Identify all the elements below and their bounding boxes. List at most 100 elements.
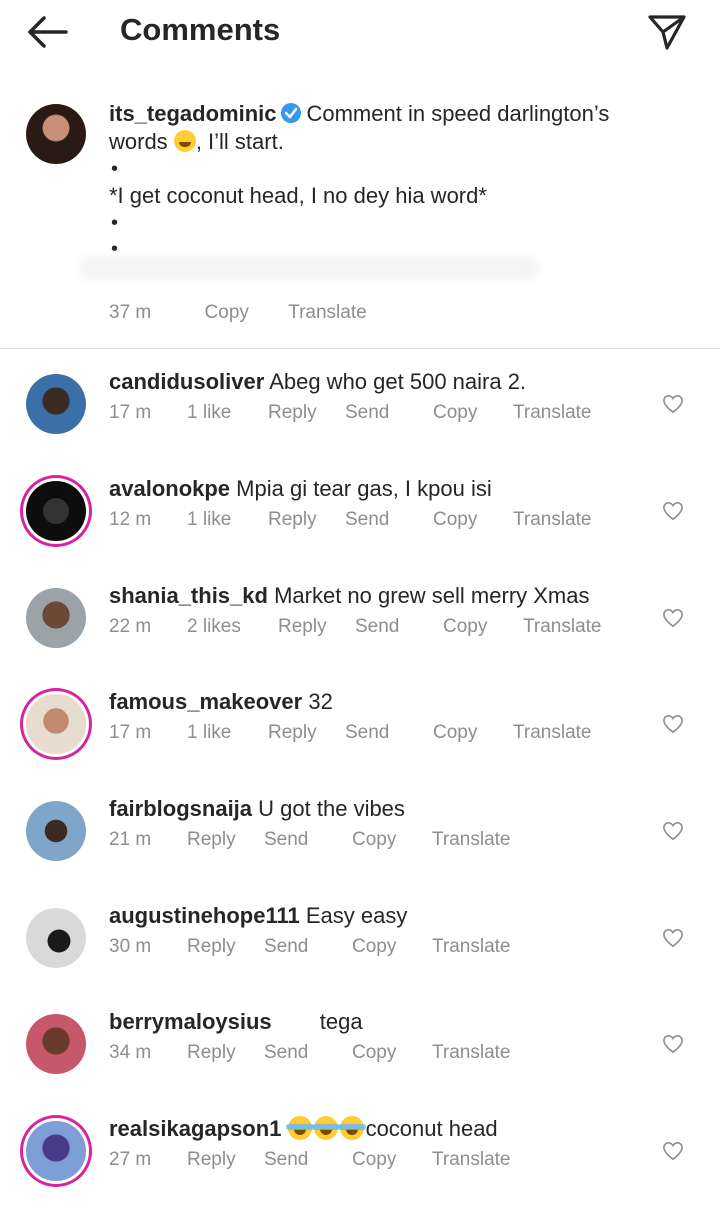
copy-button[interactable]: Copy [433,509,513,531]
comment-username[interactable]: berrymaloysius [109,1009,272,1034]
copy-button[interactable]: Copy [352,1042,432,1064]
avatar[interactable] [26,694,86,754]
like-count[interactable]: 1 like [187,509,268,531]
send-button[interactable]: Send [345,402,433,424]
reply-button[interactable]: Reply [278,616,355,638]
avatar[interactable] [26,374,86,434]
paper-plane-icon[interactable] [646,12,688,52]
comment-item: candidusoliver Abeg who get 500 naira 2.… [0,369,720,474]
avatar[interactable] [26,588,86,648]
translate-button[interactable]: Translate [523,616,602,638]
comment-item: shania_this_kd Market no grew sell merry… [0,583,720,688]
translate-button[interactable]: Translate [513,402,592,424]
comment-text: tega [319,1009,363,1034]
send-button[interactable]: Send [345,509,433,531]
heart-icon[interactable] [662,394,684,414]
copy-button[interactable]: Copy [352,829,432,851]
caption-text: its_tegadominic Comment in speed darlingt… [109,100,669,262]
copy-button[interactable]: Copy [433,402,513,424]
translate-button[interactable]: Translate [432,936,511,958]
comment-username[interactable]: shania_this_kd [109,583,268,608]
comment-item: fairblogsnaija U got the vibes 21 m Reply… [0,796,720,901]
translate-button[interactable]: Translate [513,509,592,531]
avatar[interactable] [26,1014,86,1074]
like-count[interactable]: 1 like [187,402,268,424]
send-button[interactable]: Send [264,936,352,958]
redaction-mark [80,256,540,280]
translate-button[interactable]: Translate [432,829,511,851]
copy-button[interactable]: Copy [352,936,432,958]
verified-badge-icon [281,103,302,123]
send-button[interactable]: Send [264,1149,352,1171]
comment-item: famous_makeover 32 17 m 1 like Reply Send Co… [0,689,720,794]
comment-item: realsikagapson1 coconut head 27 m Reply Se… [0,1116,720,1221]
timestamp: 17 m [109,402,152,423]
reply-button[interactable]: Reply [187,1042,264,1064]
like-count[interactable]: 2 likes [187,616,278,638]
timestamp: 22 m [109,616,152,637]
heart-icon[interactable] [662,501,684,521]
avatar[interactable] [26,1121,86,1181]
copy-button[interactable]: Copy [433,722,513,744]
heart-icon[interactable] [662,821,684,841]
timestamp: 21 m [109,829,152,850]
laughing-tears-emoji-icon [285,1116,314,1140]
send-button[interactable]: Send [264,1042,352,1064]
heart-icon[interactable] [662,608,684,628]
like-count[interactable]: 1 like [187,722,268,744]
avatar[interactable] [26,801,86,861]
comment-item: augustinehope111 Easy easy 30 m Reply Send… [0,903,720,1008]
page-title: Comments [120,12,281,47]
send-button[interactable]: Send [345,722,433,744]
comment-item: avalonokpe Mpia gi tear gas, I kpou isi … [0,476,720,581]
comment-text: Abeg who get 500 naira 2. [269,369,527,394]
laughing-tears-emoji-icon [311,1116,340,1140]
translate-button[interactable]: Translate [432,1042,511,1064]
laughing-tears-emoji-icon [337,1116,366,1140]
header-bar: Comments [0,0,720,64]
comment-text: Mpia gi tear gas, I kpou isi [236,476,492,501]
comment-text: U got the vibes [258,796,405,821]
heart-icon[interactable] [662,1034,684,1054]
avatar[interactable] [26,481,86,541]
reply-button[interactable]: Reply [268,402,345,424]
translate-button[interactable]: Translate [513,722,592,744]
comment-item: berrymaloysius tega 34 m Reply Send Copy Tra… [0,1009,720,1114]
heart-icon[interactable] [662,1141,684,1161]
copy-button[interactable]: Copy [443,616,523,638]
caption-username[interactable]: its_tegadominic [109,101,276,126]
comment-text: Easy easy [305,903,408,928]
reply-button[interactable]: Reply [187,936,264,958]
heart-icon[interactable] [662,928,684,948]
comment-username[interactable]: avalonokpe [109,476,230,501]
translate-button[interactable]: Translate [288,302,367,323]
heart-icon[interactable] [662,714,684,734]
caption-line: *I get coconut head, I no dey hia word* [109,183,487,208]
comment-username[interactable]: candidusoliver [109,369,264,394]
reply-button[interactable]: Reply [268,509,345,531]
comment-username[interactable]: realsikagapson1 [109,1116,281,1141]
comment-text: 32 [308,689,333,714]
comment-text: coconut head [365,1116,498,1141]
avatar[interactable] [26,908,86,968]
bullet: • [111,158,119,180]
copy-button[interactable]: Copy [205,302,249,323]
copy-button[interactable]: Copy [352,1149,432,1171]
reply-button[interactable]: Reply [187,829,264,851]
comment-username[interactable]: augustinehope111 [109,903,300,928]
reply-button[interactable]: Reply [187,1149,264,1171]
send-button[interactable]: Send [355,616,443,638]
bullet: • [111,212,119,234]
caption-meta: 37 m Copy Translate [109,302,415,324]
avatar[interactable] [26,104,86,164]
comment-text: Market no grew sell merry Xmas [274,583,590,608]
translate-button[interactable]: Translate [432,1149,511,1171]
timestamp: 34 m [109,1042,152,1063]
arrow-left-icon[interactable] [26,14,68,50]
comment-username[interactable]: famous_makeover [109,689,302,714]
send-button[interactable]: Send [264,829,352,851]
reply-button[interactable]: Reply [268,722,345,744]
comment-username[interactable]: fairblogsnaija [109,796,252,821]
timestamp: 30 m [109,936,152,957]
grin-emoji-icon [173,130,196,152]
